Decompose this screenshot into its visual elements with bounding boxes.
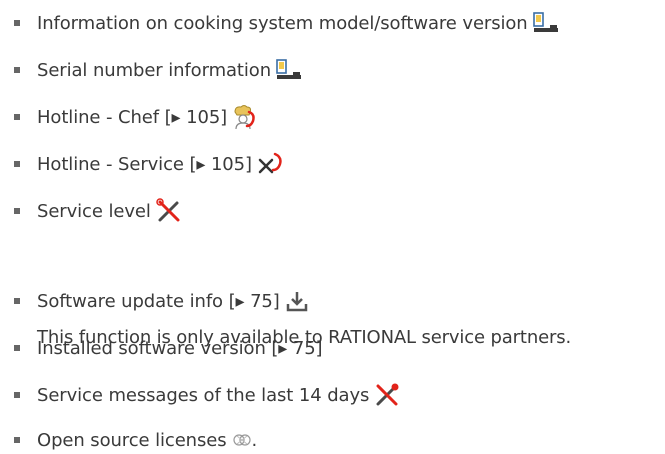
list-item-label: Installed software version [▸ 75] <box>37 337 323 359</box>
list-item-label: Service level <box>37 200 151 222</box>
list-item-label: Open source licenses <box>37 429 227 451</box>
list-item-label: Software update info [▸ 75] <box>37 290 280 312</box>
service-phone-icon <box>257 151 283 177</box>
list-item-label: Information on cooking system model/soft… <box>37 12 528 34</box>
list-item-software-update: Software update info [▸ 75] <box>14 287 309 315</box>
list-item-label: Serial number information <box>37 59 272 81</box>
license-icon <box>232 430 252 450</box>
list-item-hotline-chef: Hotline - Chef [▸ 105] <box>14 103 256 131</box>
bullet <box>14 298 20 304</box>
list-item-label: Service messages of the last 14 days <box>37 384 370 406</box>
bullet <box>14 392 20 398</box>
bullet <box>14 208 20 214</box>
list-item-cooking-system-info: Information on cooking system model/soft… <box>14 9 559 37</box>
list-item-hotline-service: Hotline - Service [▸ 105] <box>14 150 283 178</box>
list-item-label: Hotline - Service [▸ 105] <box>37 153 252 175</box>
tools-icon <box>156 198 182 224</box>
bullet <box>14 20 20 26</box>
bullet <box>14 437 20 443</box>
download-icon <box>285 289 309 313</box>
list-item-installed-software: Installed software version [▸ 75] <box>14 334 323 362</box>
list-item-suffix: . <box>251 429 258 451</box>
bullet <box>14 161 20 167</box>
cooking-system-icon <box>532 11 559 35</box>
feature-list: Information on cooking system model/soft… <box>0 0 665 451</box>
cooking-system-icon <box>276 58 302 82</box>
bullet <box>14 67 20 73</box>
list-item-service-messages: Service messages of the last 14 days <box>14 381 400 409</box>
list-item-label: Hotline - Chef [▸ 105] <box>37 106 228 128</box>
list-item-serial-number: Serial number information <box>14 56 302 84</box>
bullet <box>14 114 20 120</box>
list-item-open-source: Open source licenses . <box>14 426 257 454</box>
list-item-service-level: Service level <box>14 197 182 225</box>
tools-alert-icon <box>374 382 400 408</box>
chef-phone-icon <box>232 104 256 130</box>
bullet <box>14 345 20 351</box>
